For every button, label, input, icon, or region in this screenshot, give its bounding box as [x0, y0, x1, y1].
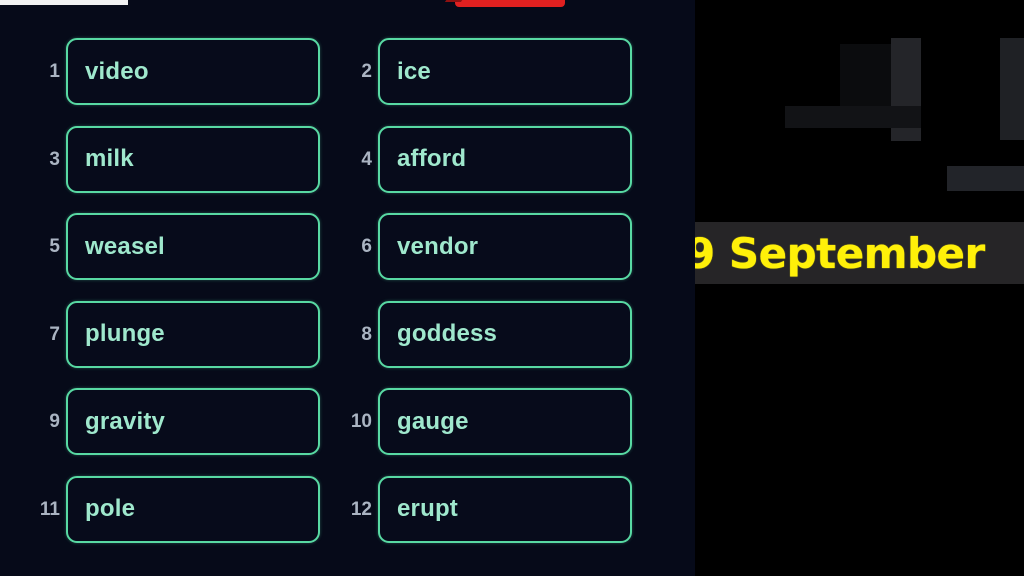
word-text: ice: [397, 57, 431, 85]
word-box[interactable]: afford: [378, 125, 632, 193]
caption-banner: 9 September: [694, 222, 1024, 284]
word-text: gravity: [85, 407, 166, 435]
word-grid: 1 video 2 ice 3 milk 4 afford 5 weasel 6…: [0, 38, 695, 563]
word-cell[interactable]: 10 gauge: [348, 388, 632, 476]
word-box[interactable]: video: [66, 38, 320, 105]
word-text: afford: [397, 145, 467, 172]
word-box[interactable]: gauge: [378, 388, 632, 455]
word-number: 4: [361, 148, 372, 170]
word-list-slide: 1 video 2 ice 3 milk 4 afford 5 weasel 6…: [0, 0, 695, 576]
backdrop-shape-1: [840, 44, 892, 106]
word-number: 2: [361, 61, 372, 82]
word-row: 7 plunge 8 goddess: [0, 300, 695, 389]
word-cell[interactable]: 8 goddess: [348, 300, 632, 389]
word-text: erupt: [397, 495, 458, 522]
word-text: goddess: [397, 320, 498, 347]
word-cell[interactable]: 11 pole: [36, 475, 320, 564]
word-row: 3 milk 4 afford: [0, 125, 695, 214]
right-backdrop-pane: [695, 0, 1024, 576]
backdrop-shape-3: [785, 106, 921, 128]
word-box[interactable]: erupt: [378, 475, 632, 543]
word-box[interactable]: ice: [378, 38, 632, 105]
word-text: milk: [85, 145, 134, 172]
word-cell[interactable]: 9 gravity: [36, 388, 320, 476]
word-number: 5: [49, 236, 60, 257]
word-cell[interactable]: 3 milk: [36, 125, 320, 214]
word-row: 5 weasel 6 vendor: [0, 213, 695, 301]
word-number: 8: [361, 323, 372, 345]
word-number: 7: [49, 323, 60, 345]
word-row: 1 video 2 ice: [0, 38, 695, 126]
backdrop-shape-5: [947, 166, 1024, 191]
word-text: plunge: [85, 320, 165, 347]
word-cell[interactable]: 1 video: [36, 38, 320, 126]
word-box[interactable]: plunge: [66, 300, 320, 368]
word-box[interactable]: goddess: [378, 300, 632, 368]
word-cell[interactable]: 6 vendor: [348, 213, 632, 301]
word-number: 11: [39, 498, 60, 520]
word-number: 1: [49, 61, 60, 82]
caption-date-text: 9 September: [694, 228, 985, 278]
word-cell[interactable]: 7 plunge: [36, 300, 320, 389]
word-text: gauge: [397, 407, 469, 435]
word-text: weasel: [85, 232, 165, 260]
word-box[interactable]: vendor: [378, 213, 632, 280]
word-cell[interactable]: 4 afford: [348, 125, 632, 214]
word-row: 9 gravity 10 gauge: [0, 388, 695, 476]
word-row: 11 pole 12 erupt: [0, 475, 695, 564]
word-box[interactable]: milk: [66, 125, 320, 193]
word-number: 10: [350, 411, 372, 432]
word-box[interactable]: gravity: [66, 388, 320, 455]
word-number: 3: [49, 148, 60, 170]
word-cell[interactable]: 2 ice: [348, 38, 632, 126]
word-box[interactable]: pole: [66, 475, 320, 543]
word-number: 12: [350, 498, 372, 520]
backdrop-shape-4: [1000, 38, 1024, 140]
word-number: 9: [49, 411, 60, 432]
word-text: vendor: [397, 232, 479, 260]
word-cell[interactable]: 12 erupt: [348, 475, 632, 564]
word-text: pole: [85, 495, 136, 522]
top-red-overlay-shape: [455, 0, 565, 7]
word-number: 6: [361, 236, 372, 257]
top-white-overlay-bar: [0, 0, 128, 5]
word-box[interactable]: weasel: [66, 213, 320, 280]
word-text: video: [85, 57, 149, 85]
word-cell[interactable]: 5 weasel: [36, 213, 320, 301]
screen-root: 9 September 1 video 2 ice 3 milk 4 affor…: [0, 0, 1024, 576]
